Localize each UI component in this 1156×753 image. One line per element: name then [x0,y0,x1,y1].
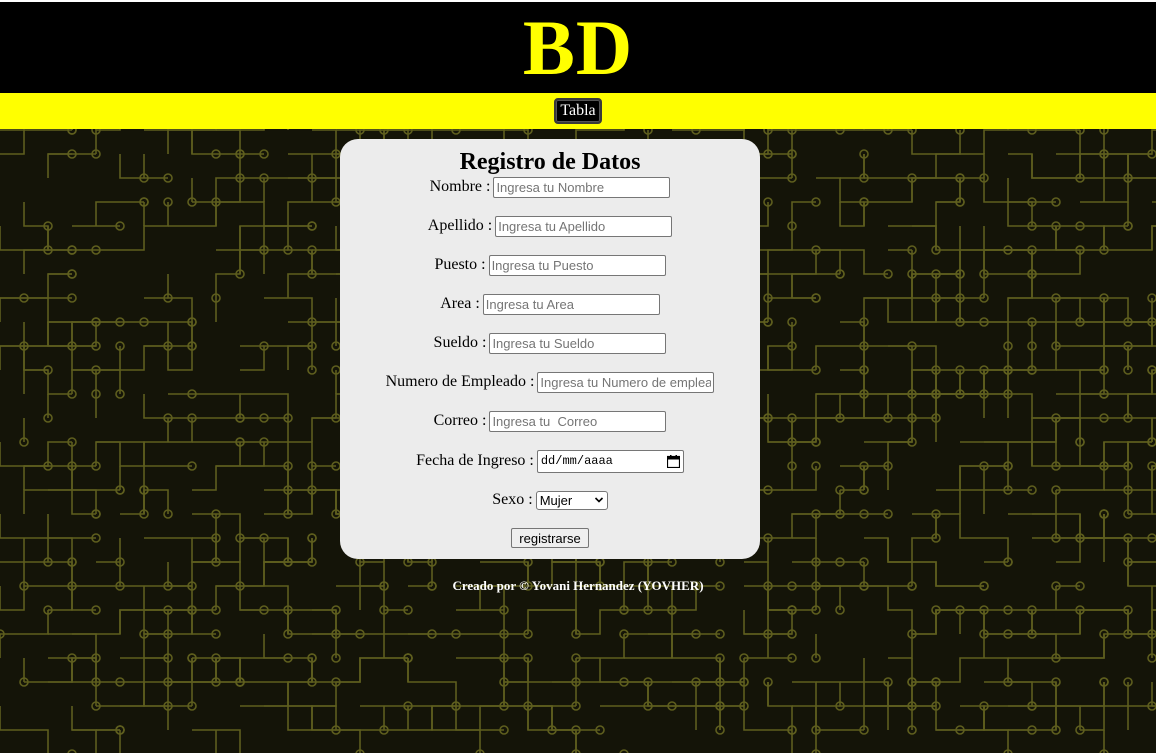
sueldo-label: Sueldo : [433,334,487,351]
field-fecha-ingreso: Fecha de Ingreso : dd/mm/aaaa [340,449,760,473]
sexo-select[interactable]: Mujer [535,490,608,510]
registrarse-button[interactable]: registrarse [511,528,589,548]
field-sueldo: Sueldo : [340,332,760,354]
site-title: BD [522,4,634,91]
field-apellido: Apellido : [340,215,760,237]
site-header: BD [0,2,1156,93]
field-correo: Correo : [340,410,760,432]
sueldo-input[interactable] [489,332,667,354]
fecha-ingreso-input[interactable]: dd/mm/aaaa [536,449,684,473]
registration-form: Registro de Datos Nombre : Apellido : Pu… [340,139,760,559]
correo-label: Correo : [433,412,487,429]
tabla-button[interactable]: Tabla [554,98,602,124]
correo-input[interactable] [489,410,667,432]
field-sexo: Sexo : Mujer [340,489,760,511]
field-numero-empleado: Numero de Empleado : [340,371,760,393]
date-placeholder: dd/mm/aaaa [540,454,613,468]
calendar-icon[interactable] [666,454,680,468]
field-area: Area : [340,293,760,315]
chevron-down-icon [594,497,603,503]
numero-empleado-input[interactable] [537,371,715,393]
nombre-label: Nombre : [429,178,491,195]
sexo-selected-value: Mujer [539,492,573,508]
apellido-label: Apellido : [427,217,493,234]
area-label: Area : [440,295,480,312]
apellido-input[interactable] [495,215,673,237]
site-footer: Creado por © Yovani Hernandez (YOVHER) [0,578,1156,594]
puesto-label: Puesto : [434,256,486,273]
fecha-ingreso-label: Fecha de Ingreso : [416,452,534,469]
field-nombre: Nombre : [340,176,760,198]
field-puesto: Puesto : [340,254,760,276]
nav-bar: Tabla [0,93,1156,129]
sexo-label: Sexo : [492,491,533,508]
nombre-input[interactable] [493,176,671,198]
puesto-input[interactable] [488,254,666,276]
numero-empleado-label: Numero de Empleado : [385,373,535,390]
footer-credit: Creado por © Yovani Hernandez (YOVHER) [452,578,704,593]
area-input[interactable] [482,293,660,315]
form-title: Registro de Datos [459,149,641,175]
